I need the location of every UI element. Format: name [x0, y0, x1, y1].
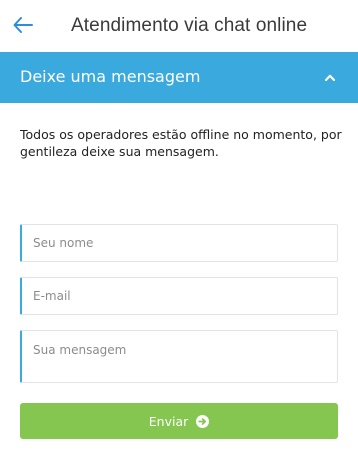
top-bar: Atendimento via chat online [0, 0, 358, 52]
back-button[interactable] [8, 10, 38, 40]
name-input[interactable] [20, 224, 338, 262]
send-button[interactable]: Enviar [20, 403, 338, 439]
offline-notice: Todos os operadores estão offline no mom… [20, 127, 342, 159]
leave-message-panel-header[interactable]: Deixe uma mensagem [0, 52, 358, 103]
arrow-right-circle-icon [196, 414, 210, 428]
send-button-label: Enviar [148, 413, 189, 429]
collapse-button[interactable] [322, 70, 338, 84]
arrow-left-icon [13, 17, 33, 33]
panel-title: Deixe uma mensagem [20, 67, 201, 86]
page-title: Atendimento via chat online [71, 15, 308, 36]
email-input[interactable] [20, 277, 338, 315]
message-textarea[interactable] [20, 330, 338, 383]
chevron-up-icon [325, 74, 335, 81]
